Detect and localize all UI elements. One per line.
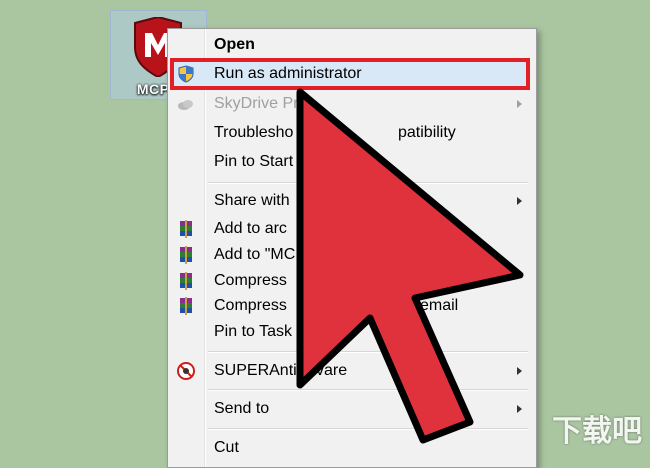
watermark-text: 下载吧 (552, 415, 642, 448)
red-pointer-arrow-icon (296, 88, 524, 444)
